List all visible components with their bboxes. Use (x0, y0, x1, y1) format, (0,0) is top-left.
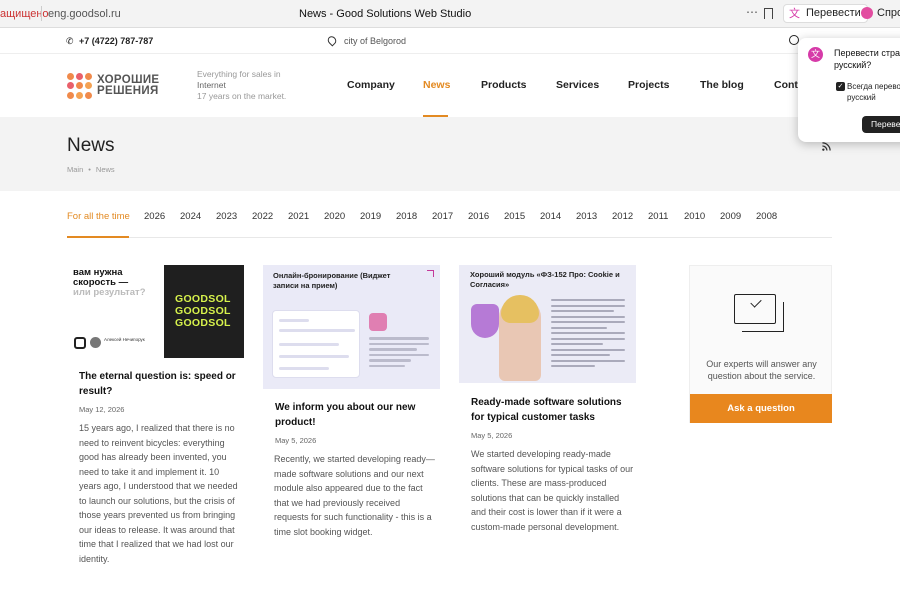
thumb-heading: Онлайн-бронирование (Виджет записи на пр… (273, 271, 391, 290)
phone-link[interactable]: ✆ +7 (4722) 787-787 (66, 36, 153, 47)
author-avatar (90, 337, 101, 348)
year-all[interactable]: For all the time (67, 211, 130, 222)
year-filter: For all the time 2026 2024 2023 2022 202… (67, 210, 832, 238)
author-name: Алексей Нечипорук (104, 337, 145, 342)
more-icon[interactable]: ⋯ (746, 5, 759, 19)
widget-preview (272, 310, 360, 378)
news-card[interactable]: Онлайн-бронирование (Виджет записи на пр… (263, 265, 443, 545)
nav-news[interactable]: News (423, 79, 450, 91)
translate-label: Перевести (806, 7, 861, 19)
year-tab[interactable]: 2010 (684, 211, 705, 222)
ask-expert-widget: Our experts will answer any question abo… (689, 265, 832, 423)
nav-products[interactable]: Products (481, 79, 527, 91)
translate-icon: 文 (808, 47, 823, 62)
thumb-brand-text: GOODSOL GOODSOL GOODSOL (175, 293, 231, 329)
nav-blog[interactable]: The blog (700, 79, 744, 91)
breadcrumb: Main • News (67, 165, 115, 174)
year-tab[interactable]: 2009 (720, 211, 741, 222)
news-excerpt: 15 years ago, I realized that there is n… (79, 423, 238, 564)
year-tab[interactable]: 2020 (324, 211, 345, 222)
tab-title: News - Good Solutions Web Studio (299, 8, 472, 20)
news-date: May 12, 2026 (79, 405, 125, 414)
phone-icon: ✆ (66, 36, 74, 46)
year-tab[interactable]: 2018 (396, 211, 417, 222)
address-divider (41, 6, 42, 21)
always-translate-label: Всегда перево на русский (847, 82, 900, 102)
news-excerpt: Recently, we started developing ready—ma… (274, 454, 435, 537)
year-tab[interactable]: 2019 (360, 211, 381, 222)
logo-text: ХОРОШИЕ РЕШЕНИЯ (97, 74, 160, 97)
news-thumbnail[interactable]: Хороший модуль «ФЗ-152 Про: Cookie и Сог… (459, 265, 636, 383)
news-excerpt: We started developing ready-made softwar… (471, 449, 634, 532)
translate-icon: 文 (789, 8, 800, 20)
ask-label: Спро (877, 7, 900, 19)
thumb-text-lines (369, 337, 429, 370)
widget-image-icon (369, 313, 387, 331)
year-tab[interactable]: 2008 (756, 211, 777, 222)
year-tab[interactable]: 2011 (648, 211, 668, 222)
breadcrumb-current: News (95, 165, 115, 174)
year-tab[interactable]: 2012 (612, 211, 633, 222)
brand-badge-icon (74, 337, 86, 349)
character-hair (501, 295, 539, 323)
page-title: News (67, 135, 115, 156)
address-bar[interactable]: eng.goodsol.ru (48, 8, 121, 20)
year-active-indicator (67, 236, 129, 238)
news-thumbnail[interactable]: вам нужна скорость — или результат? GOOD… (67, 265, 244, 358)
ask-button[interactable]: Спро (857, 4, 900, 23)
thumb-heading: Хороший модуль «ФЗ-152 Про: Cookie и Сог… (470, 270, 620, 289)
bookmark-icon[interactable] (764, 8, 773, 19)
translate-popup: 文 Перевести стра на русский? ✓ Всегда пе… (798, 38, 900, 142)
breadcrumb-main[interactable]: Main (67, 165, 83, 174)
news-date: May 5, 2026 (471, 431, 513, 440)
location-pin-icon (325, 34, 339, 47)
nav-projects[interactable]: Projects (628, 79, 669, 91)
shield-icon (471, 304, 499, 338)
year-tab[interactable]: 2016 (468, 211, 489, 222)
news-title[interactable]: The eternal question is: speed or result… (79, 370, 244, 399)
nav-services[interactable]: Services (556, 79, 599, 91)
widget-text: Our experts will answer any question abo… (706, 359, 817, 381)
news-card[interactable]: вам нужна скорость — или результат? GOOD… (67, 265, 247, 575)
year-tab[interactable]: 2015 (504, 211, 525, 222)
breadcrumb-separator: • (88, 165, 91, 174)
year-tab[interactable]: 2024 (180, 211, 201, 222)
always-translate-checkbox[interactable]: ✓ (836, 82, 845, 91)
corner-mark-icon (427, 270, 434, 277)
site-tagline: Everything for sales in Internet 17 year… (197, 69, 287, 101)
page-header-band: News Main • News (0, 117, 900, 191)
news-date: May 5, 2026 (275, 436, 317, 445)
year-tab[interactable]: 2021 (288, 211, 309, 222)
year-tab[interactable]: 2022 (252, 211, 273, 222)
browser-toolbar: ащищено eng.goodsol.ru News - Good Solut… (0, 0, 900, 28)
logo-mark-icon (67, 73, 93, 99)
year-tab[interactable]: 2017 (432, 211, 453, 222)
phone-number: +7 (4722) 787-787 (79, 36, 154, 46)
contact-bar: ✆ +7 (4722) 787-787 city of Belgorod (0, 28, 900, 54)
year-tab[interactable]: 2014 (540, 211, 561, 222)
news-title[interactable]: Ready-made software solutions for typica… (471, 396, 631, 425)
news-card[interactable]: Хороший модуль «ФЗ-152 Про: Cookie и Сог… (459, 265, 639, 545)
year-tab[interactable]: 2013 (576, 211, 597, 222)
thumb-text-lines (551, 299, 625, 371)
year-tab[interactable]: 2026 (144, 211, 165, 222)
year-tab[interactable]: 2023 (216, 211, 237, 222)
assistant-icon (861, 7, 873, 19)
site-logo[interactable]: ХОРОШИЕ РЕШЕНИЯ (67, 73, 167, 101)
translate-button[interactable]: 文 Перевести (783, 4, 868, 23)
ask-question-button[interactable]: Ask a question (690, 394, 832, 423)
news-title[interactable]: We inform you about our new product! (275, 401, 435, 430)
city-label: city of Belgorod (344, 36, 407, 46)
site-header: ХОРОШИЕ РЕШЕНИЯ Everything for sales in … (0, 54, 900, 117)
thumb-caption: вам нужна скорость — или результат? (73, 267, 146, 298)
rss-icon[interactable] (822, 142, 831, 151)
popup-title: Перевести стра на русский? (834, 48, 900, 70)
nav-company[interactable]: Company (347, 79, 395, 91)
city-selector[interactable]: city of Belgorod (325, 34, 407, 47)
news-thumbnail[interactable]: Онлайн-бронирование (Виджет записи на пр… (263, 265, 440, 389)
translate-action-button[interactable]: Переве (862, 116, 900, 133)
